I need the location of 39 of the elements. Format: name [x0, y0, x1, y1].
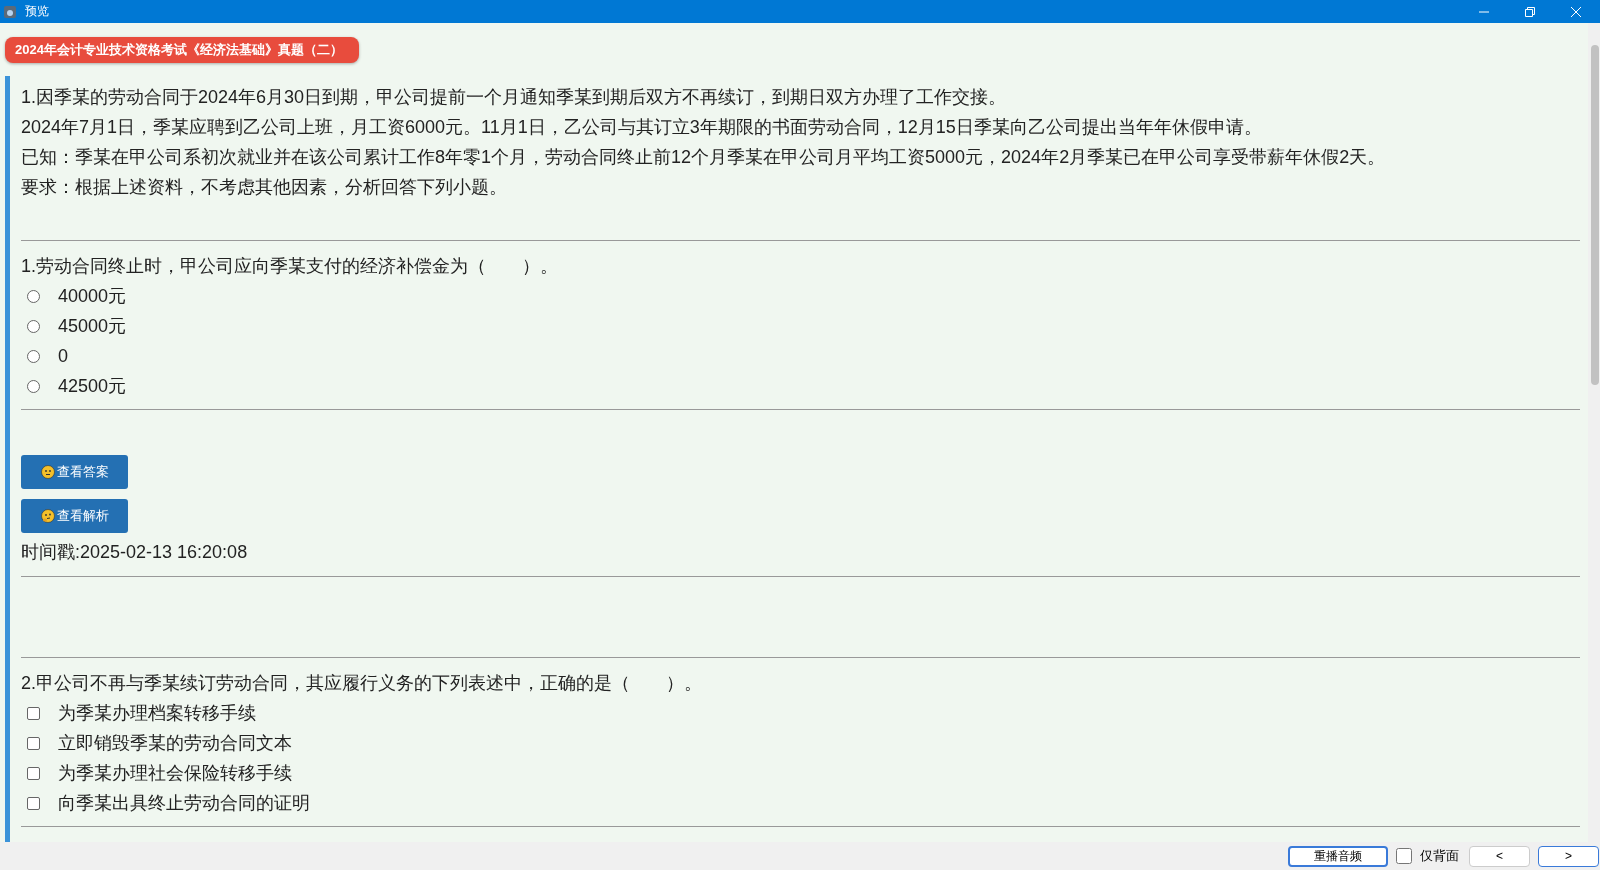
radio-button[interactable]: [27, 379, 40, 393]
question-text: 1.劳动合同终止时，甲公司应向季某支付的经济补偿金为（ ）。: [21, 255, 559, 278]
checkbox[interactable]: [27, 796, 40, 810]
next-button[interactable]: >: [1538, 845, 1599, 867]
action-button[interactable]: 查看答案: [21, 455, 128, 489]
radio-button[interactable]: [27, 289, 40, 303]
checkbox[interactable]: [27, 736, 40, 750]
option-label[interactable]: 为季某办理档案转移手续: [58, 701, 256, 725]
passage-text: 已知：季某在甲公司系初次就业并在该公司累计工作8年零1个月，劳动合同终止前12个月季某在甲公司月平均工资5000元，2024年2月季某已在甲公司享受带薪年休假2天。: [21, 146, 1387, 169]
checkbox[interactable]: [27, 766, 40, 780]
option-label[interactable]: 42500元: [58, 374, 127, 398]
option-label[interactable]: 0: [58, 345, 68, 367]
thinking-face-icon: [40, 509, 55, 523]
option-label[interactable]: 立即销毁季某的劳动合同文本: [58, 731, 292, 755]
option-label[interactable]: 向季某出具终止劳动合同的证明: [58, 791, 310, 815]
exam-title-badge: 2024年会计专业技术资格考试《经济法基础》真题（二）: [5, 37, 359, 63]
timestamp-text: 时间戳:2025-02-13 16:20:08: [21, 541, 249, 564]
checkbox[interactable]: [27, 706, 40, 720]
option-label[interactable]: 为季某办理社会保险转移手续: [58, 761, 292, 785]
window-title: 预览: [25, 3, 50, 20]
action-button[interactable]: 查看解析: [21, 499, 128, 533]
passage-text: 1.因季某的劳动合同于2024年6月30日到期，甲公司提前一个月通知季某到期后双方不再续订，到期日双方办理了工作交接。: [21, 86, 1008, 109]
question-text: 2.甲公司不再与季某续订劳动合同，其应履行义务的下列表述中，正确的是（ ）。: [21, 672, 703, 695]
scrollbar-thumb[interactable]: [1591, 45, 1599, 385]
app-icon: [3, 4, 17, 19]
option-label[interactable]: 40000元: [58, 284, 127, 308]
previous-button[interactable]: <: [1469, 845, 1530, 867]
restore-icon[interactable]: [1524, 5, 1536, 18]
scrollbar[interactable]: [1588, 23, 1600, 842]
back-only-checkbox[interactable]: [1396, 848, 1412, 864]
passage-text: 要求：根据上述资料，不考虑其他因素，分析回答下列小题。: [21, 176, 508, 199]
back-only-label[interactable]: 仅背面: [1420, 847, 1459, 865]
close-icon[interactable]: [1570, 5, 1582, 18]
passage-text: 2024年7月1日，季某应聘到乙公司上班，月工资6000元。11月1日，乙公司与其订立3年期限的书面劳动合同，12月15日季某向乙公司提出当年年休假申请。: [21, 116, 1263, 139]
radio-button[interactable]: [27, 319, 40, 333]
radio-button[interactable]: [27, 349, 40, 363]
option-label[interactable]: 45000元: [58, 314, 127, 338]
neutral-face-icon: [40, 465, 55, 479]
replay-audio-button[interactable]: 重播音频: [1288, 845, 1388, 867]
